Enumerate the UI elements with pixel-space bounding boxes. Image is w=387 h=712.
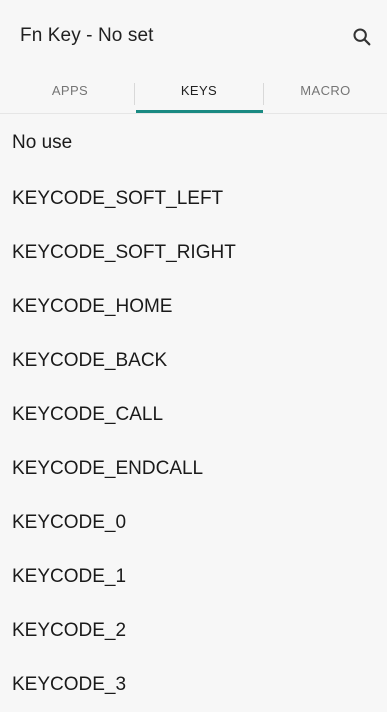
list-item-keycode-call[interactable]: KEYCODE_CALL (0, 388, 387, 442)
list-item-keycode-soft-right[interactable]: KEYCODE_SOFT_RIGHT (0, 226, 387, 280)
search-icon (353, 28, 371, 46)
search-button[interactable] (351, 26, 373, 48)
list-item-keycode-0[interactable]: KEYCODE_0 (0, 496, 387, 550)
list-item-keycode-1[interactable]: KEYCODE_1 (0, 550, 387, 604)
tab-apps[interactable]: APPS (6, 74, 134, 114)
list-item-keycode-endcall[interactable]: KEYCODE_ENDCALL (0, 442, 387, 496)
list-item-keycode-soft-left[interactable]: KEYCODE_SOFT_LEFT (0, 172, 387, 226)
tab-macro[interactable]: MACRO (264, 74, 387, 114)
tab-bar: APPS KEYS MACRO (0, 74, 387, 114)
tab-keys[interactable]: KEYS (135, 74, 263, 114)
page-title: Fn Key - No set (20, 25, 154, 46)
keycode-list: No use KEYCODE_SOFT_LEFT KEYCODE_SOFT_RI… (0, 114, 387, 712)
list-item-keycode-home[interactable]: KEYCODE_HOME (0, 280, 387, 334)
list-item-keycode-3[interactable]: KEYCODE_3 (0, 658, 387, 712)
list-item-keycode-2[interactable]: KEYCODE_2 (0, 604, 387, 658)
list-item-no-use[interactable]: No use (0, 114, 387, 172)
app-bar: Fn Key - No set (0, 0, 387, 74)
list-item-keycode-back[interactable]: KEYCODE_BACK (0, 334, 387, 388)
